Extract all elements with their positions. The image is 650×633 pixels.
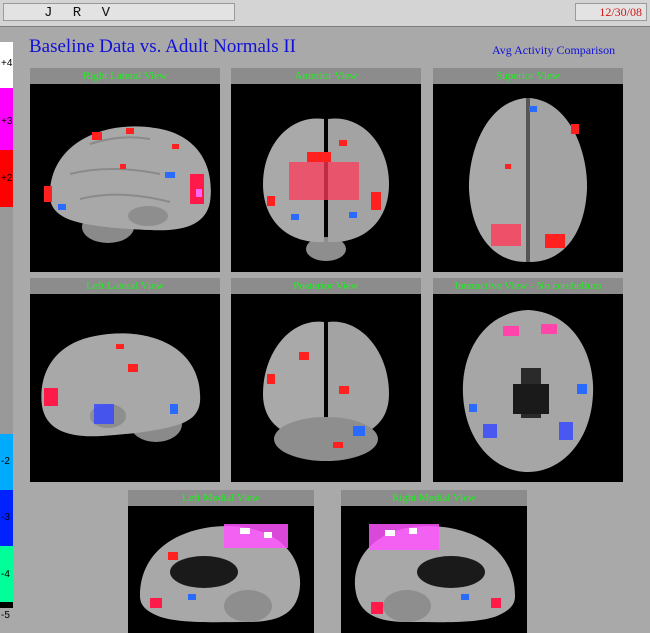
panel-right-lateral[interactable]: Right Lateral View [30, 68, 220, 272]
date-box: 12/30/08 [575, 3, 647, 21]
scale-label-minus3: -3 [1, 512, 10, 523]
brain-render-left-lateral [30, 294, 220, 482]
panel-anterior[interactable]: Anterior View [231, 68, 421, 272]
scale-label-plus3: +3 [1, 116, 13, 127]
panel-right-medial[interactable]: Right Medial View [341, 490, 527, 633]
scale-label-minus4: -4 [1, 569, 10, 580]
brain-render-superior [433, 84, 623, 272]
panel-title: Left Lateral View [30, 278, 220, 295]
brain-render-right-medial [341, 506, 527, 633]
panel-title: Interactive View - No cerebellum [433, 278, 623, 295]
panel-posterior[interactable]: Posterior View [231, 278, 421, 482]
report-date: 12/30/08 [599, 5, 642, 19]
patient-id: J R V [44, 5, 117, 21]
panel-title: Superior View [433, 68, 623, 85]
panel-title: Posterior View [231, 278, 421, 295]
panel-title: Right Lateral View [30, 68, 220, 85]
scale-label-plus4: +4 [1, 58, 13, 69]
brain-render-anterior [231, 84, 421, 272]
page-title: Baseline Data vs. Adult Normals II [29, 36, 297, 57]
panel-title: Right Medial View [341, 490, 527, 507]
panel-title: Left Medial View [128, 490, 314, 507]
brain-render-interactive [433, 294, 623, 482]
panel-left-medial[interactable]: Left Medial View [128, 490, 314, 633]
panel-superior[interactable]: Superior View [433, 68, 623, 272]
panel-interactive[interactable]: Interactive View - No cerebellum [433, 278, 623, 482]
panel-title: Anterior View [231, 68, 421, 85]
brain-render-right-lateral [30, 84, 220, 272]
scale-label-plus2: +2 [1, 173, 13, 184]
top-bar: J R V 12/30/08 [0, 0, 650, 27]
scale-label-minus5: -5 [1, 610, 10, 621]
panel-left-lateral[interactable]: Left Lateral View [30, 278, 220, 482]
scale-label-minus2: -2 [1, 456, 10, 467]
page-subtitle: Avg Activity Comparison [492, 43, 616, 57]
brain-render-left-medial [128, 506, 314, 633]
patient-box [3, 3, 235, 21]
brain-render-posterior [231, 294, 421, 482]
